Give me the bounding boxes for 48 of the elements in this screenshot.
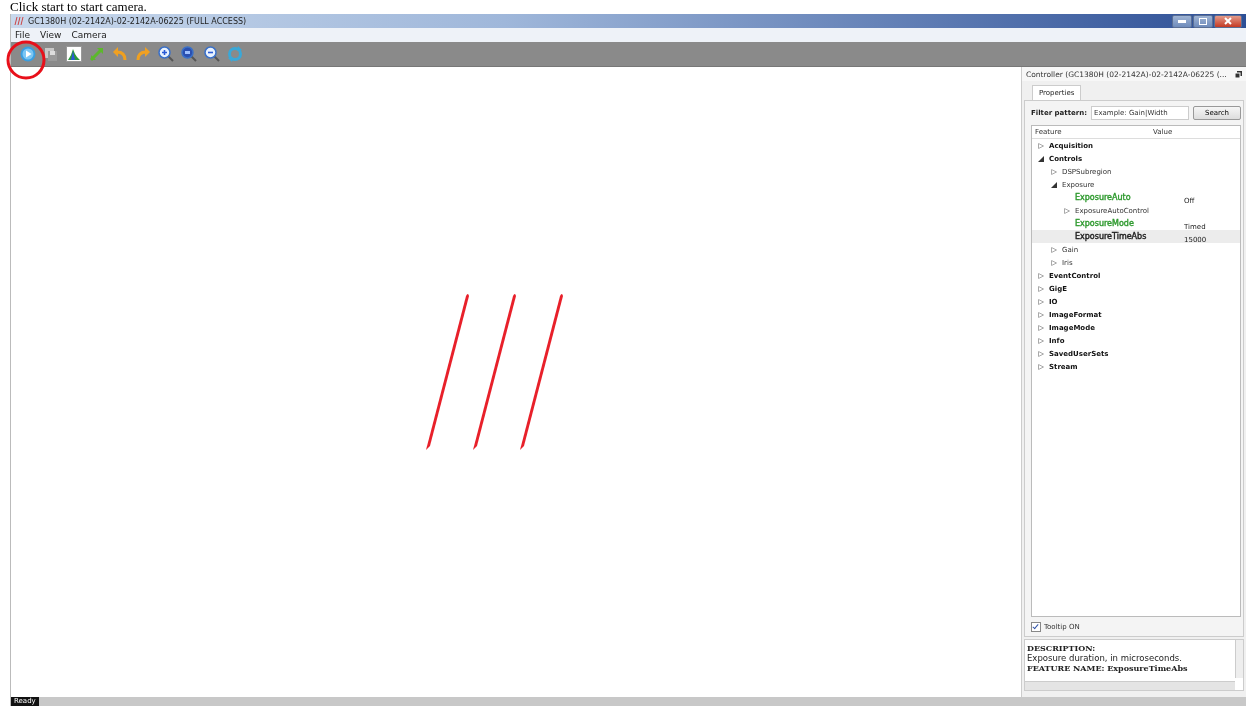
close-icon [1224,17,1232,25]
redo-icon[interactable] [135,46,151,62]
expanded-arrow-icon[interactable] [1051,181,1057,188]
histogram-icon[interactable] [66,46,82,62]
collapsed-arrow-icon[interactable] [1051,246,1057,253]
feature-name: ExposureAuto [1075,193,1131,202]
collapsed-arrow-icon[interactable] [1038,142,1044,149]
collapsed-arrow-icon[interactable] [1038,298,1044,305]
undo-icon[interactable] [112,46,128,62]
collapsed-arrow-icon[interactable] [1038,311,1044,318]
restore-button[interactable] [1193,14,1213,28]
restore-icon [1199,17,1207,25]
horizontal-scrollbar[interactable] [1025,681,1235,690]
collapsed-arrow-icon[interactable] [1064,207,1070,214]
tooltip-checkbox[interactable] [1031,622,1041,632]
expanded-arrow-icon[interactable] [1038,155,1044,162]
collapsed-arrow-icon[interactable] [1051,168,1057,175]
window-title: GC1380H (02-2142A)-02-2142A-06225 (FULL ACCESS) [28,16,247,26]
zoom-icon[interactable] [181,46,197,62]
zoom-out-icon[interactable] [204,46,220,62]
menu-item[interactable]: View [40,30,62,40]
collapsed-arrow-icon[interactable] [1038,324,1044,331]
zoom-in-icon[interactable] [158,46,174,62]
vertical-scrollbar[interactable] [1235,640,1243,678]
minimize-icon [1178,19,1186,23]
collapsed-arrow-icon[interactable] [1038,363,1044,370]
collapsed-arrow-icon[interactable] [1038,272,1044,279]
menu-item[interactable]: File [15,30,31,40]
collapsed-arrow-icon[interactable] [1038,337,1044,344]
annotation-circle [6,40,46,80]
collapsed-arrow-icon[interactable] [1038,285,1044,292]
collapsed-arrow-icon[interactable] [1051,259,1057,266]
refresh-icon[interactable] [227,46,243,62]
description-heading: DESCRIPTION: [1027,643,1097,653]
minimize-button[interactable] [1172,14,1192,28]
feature-name: ExposureTimeAbs [1075,232,1147,241]
app-icon [14,17,24,25]
close-button[interactable] [1214,14,1242,28]
menu-item[interactable]: Camera [71,30,107,40]
diagonal-arrow-icon[interactable] [89,46,105,62]
feature-name-text: FEATURE NAME: ExposureTimeAbs [1027,663,1189,673]
description-text: Exposure duration, in microseconds. [1027,653,1183,663]
collapsed-arrow-icon[interactable] [1038,350,1044,357]
save-icon[interactable] [43,46,59,62]
feature-name: ExposureMode [1075,219,1134,228]
float-icon[interactable] [1235,70,1242,78]
caption-text: Click start to start camera. [9,0,148,14]
play-icon[interactable] [20,46,36,62]
